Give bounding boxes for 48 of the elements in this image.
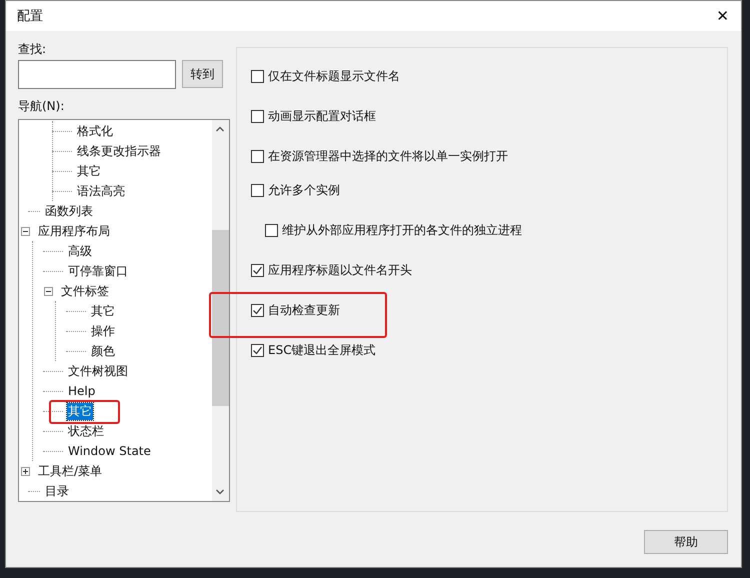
- checkbox[interactable]: [251, 110, 264, 122]
- tree-item[interactable]: 其它: [90, 302, 116, 320]
- window-title: 配置: [17, 8, 43, 25]
- highlight-frame: [49, 400, 120, 424]
- tree-item[interactable]: 语法高亮: [76, 182, 126, 200]
- tree-item[interactable]: 颜色: [90, 342, 116, 360]
- help-button[interactable]: 帮助: [644, 530, 728, 554]
- option-label: ESC键退出全屏模式: [268, 342, 376, 358]
- expand-icon[interactable]: [21, 466, 30, 476]
- tree-item[interactable]: 工具栏/菜单: [37, 462, 104, 480]
- tree-item[interactable]: 文件树视图: [67, 362, 129, 380]
- tree-item[interactable]: 目录: [44, 482, 70, 500]
- search-field[interactable]: [18, 60, 176, 89]
- tree-item[interactable]: 文件标签: [60, 282, 110, 300]
- tree-item[interactable]: Window State: [67, 442, 152, 460]
- checkbox[interactable]: [251, 344, 264, 356]
- tree-item[interactable]: Help: [67, 382, 96, 400]
- scroll-thumb[interactable]: [212, 230, 229, 406]
- checkbox[interactable]: [251, 150, 264, 162]
- search-label: 查找:: [18, 41, 46, 57]
- tree-item[interactable]: 线条更改指示器: [76, 142, 162, 160]
- option-label: 自动检查更新: [268, 302, 340, 318]
- close-icon[interactable]: ✕: [712, 7, 733, 25]
- checkbox[interactable]: [251, 264, 264, 276]
- tree-item[interactable]: 其它: [67, 402, 93, 420]
- option-label: 在资源管理器中选择的文件将以单一实例打开: [268, 148, 508, 164]
- tree-item[interactable]: 格式化: [76, 122, 114, 140]
- checkbox[interactable]: [265, 224, 278, 236]
- option-label: 允许多个实例: [268, 182, 340, 198]
- tree-item[interactable]: 操作: [90, 322, 116, 340]
- tree-item[interactable]: 高级: [67, 242, 93, 260]
- collapse-icon[interactable]: [44, 286, 53, 296]
- tree-item[interactable]: 应用程序布局: [37, 222, 111, 240]
- checkbox[interactable]: [251, 304, 264, 316]
- tree-item[interactable]: 状态栏: [67, 422, 105, 440]
- tree-item[interactable]: 其它: [76, 162, 102, 180]
- tree-item[interactable]: 函数列表: [44, 202, 94, 220]
- option-label: 应用程序标题以文件名开头: [268, 262, 412, 278]
- collapse-icon[interactable]: [21, 226, 30, 236]
- option-label: 动画显示配置对话框: [268, 108, 376, 124]
- option-label: 维护从外部应用程序打开的各文件的独立进程: [282, 222, 522, 238]
- checkbox[interactable]: [251, 70, 264, 82]
- option-label: 仅在文件标题显示文件名: [268, 68, 400, 84]
- checkbox[interactable]: [251, 184, 264, 196]
- navigation-label: 导航(N):: [18, 98, 64, 114]
- goto-button[interactable]: 转到: [182, 60, 223, 88]
- scrollbar[interactable]: [212, 120, 229, 501]
- tree-item[interactable]: 可停靠窗口: [67, 262, 129, 280]
